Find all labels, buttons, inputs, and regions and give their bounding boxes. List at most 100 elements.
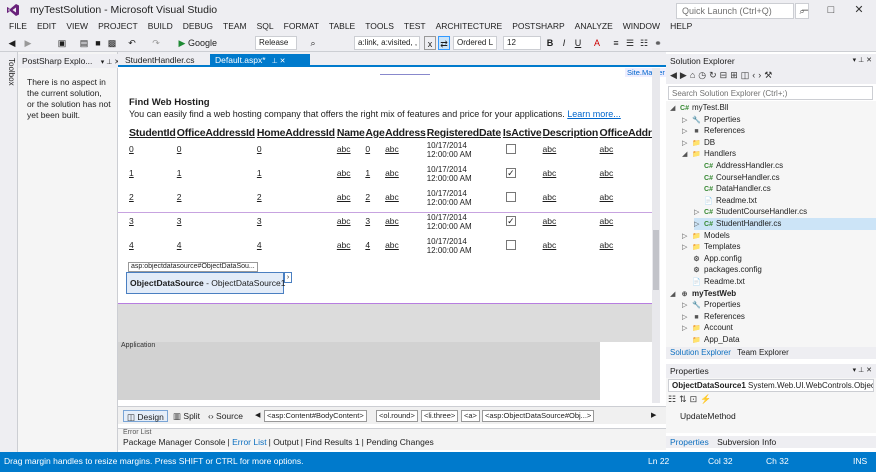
tab-solution-explorer[interactable]: Solution Explorer bbox=[670, 348, 731, 357]
minimize-button[interactable]: – bbox=[792, 2, 818, 18]
tab-output[interactable]: Output bbox=[273, 437, 299, 447]
tree-item[interactable]: ⚙ packages.config bbox=[682, 264, 876, 276]
style-link-icon[interactable]: ⇄ bbox=[438, 36, 450, 50]
tree-item[interactable]: ▷ 🔧 Properties bbox=[682, 114, 876, 126]
solution-explorer-toolbar[interactable]: ◀▶⌂◷↻⊟⊞◫‹›⚒ bbox=[666, 68, 876, 84]
hyperlink-icon[interactable]: ⚭ bbox=[652, 36, 664, 50]
menu-project[interactable]: PROJECT bbox=[93, 20, 143, 34]
breadcrumb-item[interactable]: <asp:ObjectDataSource#Obj...> bbox=[482, 410, 595, 422]
source-view-button[interactable]: ‹› Source bbox=[205, 410, 246, 422]
table-row[interactable]: 1 1 1 abc 1 abc 10/17/2014 12:00:00 AM ✓ abc abc bbox=[129, 165, 659, 189]
close-button[interactable]: ✕ bbox=[846, 2, 872, 18]
breadcrumb-item[interactable]: <li.three> bbox=[421, 410, 459, 422]
smart-tag-arrow-icon[interactable]: › bbox=[284, 272, 292, 283]
tab-find-results-1[interactable]: Find Results 1 bbox=[305, 437, 359, 447]
scrollbar-thumb[interactable] bbox=[653, 230, 659, 290]
menu-format[interactable]: FORMAT bbox=[279, 20, 324, 34]
tree-item[interactable]: ▷ 📁 Models bbox=[682, 230, 876, 242]
table-row[interactable]: 3 3 3 abc 3 abc 10/17/2014 12:00:00 AM ✓ abc abc bbox=[129, 213, 659, 237]
breadcrumb-scroll-left-icon[interactable]: ◀ bbox=[252, 410, 263, 422]
forward-icon[interactable]: ▶ bbox=[22, 36, 34, 50]
menu-tools[interactable]: TOOLS bbox=[360, 20, 399, 34]
column-header[interactable]: OfficeAddressId bbox=[177, 125, 257, 141]
back-icon[interactable]: ◀ bbox=[4, 36, 20, 50]
breadcrumb-scroll-right-icon[interactable]: ▶ bbox=[648, 410, 659, 422]
tab-error-list[interactable]: Error List bbox=[232, 437, 266, 447]
solution-explorer-search-input[interactable]: Search Solution Explorer (Ctrl+;) bbox=[668, 86, 873, 100]
column-header[interactable]: Address bbox=[385, 125, 427, 141]
tree-item[interactable]: ▷ 📁 DB bbox=[682, 137, 876, 149]
object-data-source-control[interactable]: ObjectDataSource - ObjectDataSource1 bbox=[126, 272, 285, 294]
column-header[interactable]: RegisteredDate bbox=[427, 125, 503, 141]
students-gridview[interactable]: StudentId OfficeAddressId HomeAddressId … bbox=[129, 125, 659, 261]
tree-item[interactable]: ▷ 📁 Account bbox=[682, 322, 876, 334]
column-header[interactable]: Description bbox=[543, 125, 600, 141]
menu-help[interactable]: HELP bbox=[665, 20, 697, 34]
unchecked-checkbox[interactable] bbox=[505, 144, 516, 154]
unchecked-checkbox[interactable] bbox=[505, 192, 516, 202]
tree-item[interactable]: ◢ ⊕ myTestWeb bbox=[670, 288, 876, 300]
block-format-select[interactable]: Ordered L bbox=[453, 36, 497, 50]
expanded-arrow-icon[interactable]: ◢ bbox=[670, 103, 679, 115]
tab-properties[interactable]: Properties bbox=[670, 437, 709, 447]
properties-toolbar[interactable]: ☷⇅⊡⚡ bbox=[668, 394, 874, 407]
tab-subversion-info[interactable]: Subversion Info bbox=[717, 437, 776, 447]
font-size-select[interactable]: 12 bbox=[503, 36, 541, 50]
menu-debug[interactable]: DEBUG bbox=[178, 20, 218, 34]
configuration-select[interactable]: Release bbox=[255, 36, 297, 50]
bold-button[interactable]: B bbox=[545, 36, 555, 50]
tree-item[interactable]: C# AddressHandler.cs bbox=[694, 160, 876, 172]
menu-window[interactable]: WINDOW bbox=[618, 20, 665, 34]
undo-icon[interactable]: ↶ bbox=[126, 36, 138, 50]
browser-selector[interactable]: Google Chrome bbox=[188, 36, 248, 62]
pin-icon[interactable]: ▾ ⊥ ✕ bbox=[853, 366, 872, 374]
menu-view[interactable]: VIEW bbox=[61, 20, 93, 34]
tree-item[interactable]: ⚙ App.config bbox=[682, 253, 876, 265]
tree-item[interactable]: C# CourseHandler.cs bbox=[694, 172, 876, 184]
toolbox-tab[interactable]: Toolbox bbox=[2, 58, 16, 86]
tab-team-explorer[interactable]: Team Explorer bbox=[737, 348, 789, 357]
save-all-icon[interactable]: ▩ bbox=[106, 36, 118, 50]
unchecked-checkbox[interactable] bbox=[505, 240, 516, 250]
bullet-list-icon[interactable]: ☷ bbox=[638, 36, 650, 50]
menu-edit[interactable]: EDIT bbox=[32, 20, 61, 34]
tree-item[interactable]: ▷ 📁 Templates bbox=[682, 241, 876, 253]
font-color-icon[interactable]: A bbox=[591, 36, 603, 50]
tree-item[interactable]: ▷ 🔧 Properties bbox=[682, 299, 876, 311]
column-header[interactable]: Age bbox=[365, 125, 385, 141]
menu-sql[interactable]: SQL bbox=[252, 20, 279, 34]
tab-default-aspx[interactable]: Default.aspx* ⊥ ✕ bbox=[210, 54, 310, 67]
column-header[interactable]: HomeAddressId bbox=[257, 125, 337, 141]
properties-object-select[interactable]: ObjectDataSource1 System.Web.UI.WebContr… bbox=[668, 379, 874, 392]
column-header[interactable]: Name bbox=[337, 125, 366, 141]
expanded-arrow-icon[interactable]: ◢ bbox=[682, 149, 691, 161]
numbered-list-icon[interactable]: ☰ bbox=[624, 36, 636, 50]
menu-team[interactable]: TEAM bbox=[218, 20, 252, 34]
new-project-icon[interactable]: ▣ bbox=[56, 36, 68, 50]
checked-checkbox[interactable]: ✓ bbox=[505, 216, 516, 226]
start-debug-icon[interactable]: ▶ bbox=[177, 36, 187, 50]
table-row[interactable]: 2 2 2 abc 2 abc 10/17/2014 12:00:00 AM abc abc bbox=[129, 189, 659, 213]
property-row[interactable]: UpdateMethod bbox=[680, 411, 736, 421]
open-file-icon[interactable]: ▤ bbox=[78, 36, 90, 50]
menu-build[interactable]: BUILD bbox=[143, 20, 178, 34]
italic-button[interactable]: I bbox=[559, 36, 569, 50]
tree-item[interactable]: ▷ ■ References bbox=[682, 125, 876, 137]
menu-analyze[interactable]: ANALYZE bbox=[570, 20, 618, 34]
tab-package-manager-console[interactable]: Package Manager Console bbox=[123, 437, 226, 447]
align-left-icon[interactable]: ≡ bbox=[610, 36, 622, 50]
find-icon[interactable]: ⌕ bbox=[306, 36, 320, 50]
style-select[interactable]: a:link, a:visited, , bbox=[354, 36, 420, 50]
pin-icon[interactable]: ▾ ⊥ ✕ bbox=[853, 56, 872, 64]
checked-checkbox[interactable]: ✓ bbox=[505, 168, 516, 178]
table-row[interactable]: 0 0 0 abc 0 abc 10/17/2014 12:00:00 AM abc abc bbox=[129, 141, 659, 165]
tree-item[interactable]: ▷ ■ References bbox=[682, 311, 876, 323]
expanded-arrow-icon[interactable]: ◢ bbox=[670, 289, 679, 301]
maximize-button[interactable]: □ bbox=[818, 2, 844, 18]
quick-launch-input[interactable]: Quick Launch (Ctrl+Q) bbox=[676, 3, 794, 19]
menu-postsharp[interactable]: POSTSHARP bbox=[507, 20, 569, 34]
menu-file[interactable]: FILE bbox=[4, 20, 32, 34]
tab-pending-changes[interactable]: Pending Changes bbox=[366, 437, 434, 447]
breadcrumb-item[interactable]: <ol.round> bbox=[376, 410, 418, 422]
tree-item[interactable]: ▷ C# StudentCourseHandler.cs bbox=[694, 206, 876, 218]
